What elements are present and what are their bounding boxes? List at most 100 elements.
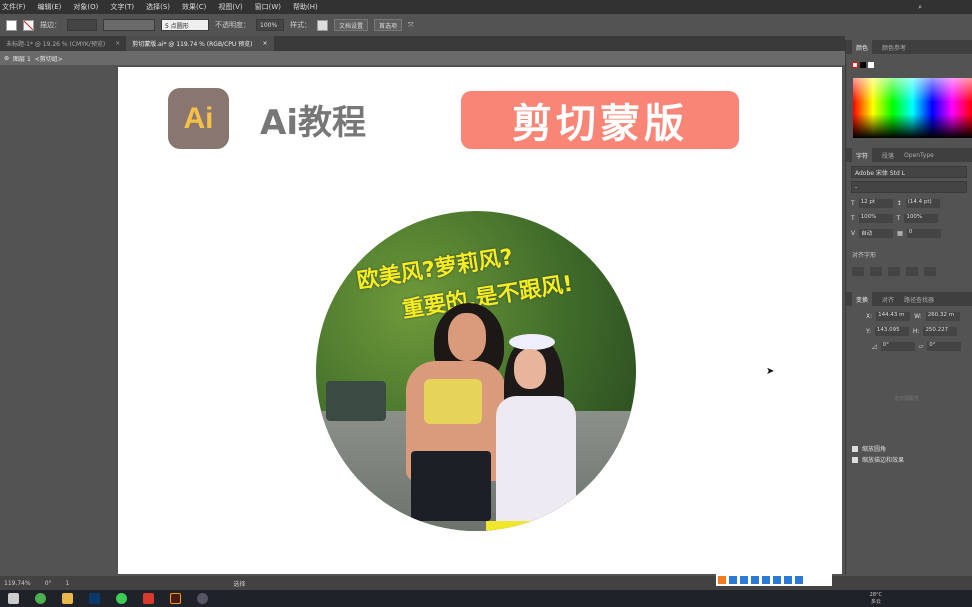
brush-select[interactable]: 5 点圆形 (161, 19, 209, 31)
stroke-label: 描边： (40, 21, 61, 29)
y-input[interactable]: 143.095 (874, 327, 909, 336)
no-appearance-text: 无外观属性 (894, 396, 920, 402)
font-style-select[interactable]: - (851, 181, 967, 193)
wps-icon[interactable] (143, 593, 154, 604)
mouse-cursor-icon: ➤ (766, 366, 775, 377)
tab-transform[interactable]: 变换 (852, 291, 873, 307)
fill-swatch[interactable] (6, 19, 17, 31)
menu-type[interactable]: 文字(T) (110, 2, 134, 12)
illustrator-icon[interactable] (170, 593, 181, 604)
font-size-icon: T (851, 200, 855, 207)
tab-untitled[interactable]: 未标题-1* @ 19.26 % (CMYK/预览) × (0, 36, 126, 51)
color-swatches (852, 62, 874, 68)
folder-icon[interactable] (62, 593, 73, 604)
scale-corners-checkbox[interactable]: 缩放圆角 (852, 444, 886, 453)
back-icon[interactable]: ⊛ (4, 55, 9, 62)
menu-window[interactable]: 窗口(W) (255, 2, 281, 12)
clipped-photo[interactable]: 欧美风?萝莉风? 重要的,是不跟风! (316, 211, 636, 531)
snap-button[interactable] (888, 267, 900, 276)
font-size-input[interactable]: 12 pt (858, 199, 893, 208)
checkbox-label: 缩放描边和效果 (862, 457, 905, 464)
face (448, 313, 486, 361)
font-family-select[interactable]: Adobe 宋体 Std L (851, 166, 967, 178)
checkbox-label: 缩放圆角 (862, 446, 887, 453)
tracking-input[interactable]: 0 (906, 229, 941, 238)
color-spectrum[interactable] (853, 78, 972, 138)
weather-widget[interactable]: 28°C 多云 (870, 592, 882, 605)
car (326, 381, 386, 421)
document-setup-button[interactable]: 文档设置 (334, 19, 369, 31)
face (514, 349, 546, 389)
snap-button[interactable] (870, 267, 882, 276)
tab-color[interactable]: 颜色 (852, 39, 873, 55)
breadcrumb-group[interactable]: <剪切组> (35, 54, 63, 63)
taskbar: 28°C 多云 (0, 590, 972, 607)
browser-icon[interactable] (35, 593, 46, 604)
tracking-icon: ▦ (897, 230, 903, 237)
scale-strokes-checkbox[interactable]: 缩放描边和效果 (852, 455, 904, 464)
snap-button[interactable] (924, 267, 936, 276)
transform-panel-tabs: 变换 对齐 路径查找器 (846, 291, 972, 307)
stroke-weight-input[interactable] (67, 19, 97, 31)
close-icon[interactable]: × (263, 40, 268, 47)
breadcrumb-layer[interactable]: 图层 1 (13, 54, 31, 63)
document-tabs: 未标题-1* @ 19.26 % (CMYK/预览) × 剪切蒙版.ai* @ 1… (0, 36, 845, 51)
shear-input[interactable]: 0° (927, 342, 962, 351)
style-swatch[interactable] (317, 19, 328, 31)
tab-character[interactable]: 字符 (852, 147, 873, 163)
kerning-input[interactable]: 自动 (859, 229, 894, 238)
x-input[interactable]: 144.43 m (876, 312, 911, 321)
snap-button[interactable] (906, 267, 918, 276)
opacity-input[interactable]: 100% (256, 19, 284, 31)
zoom-select[interactable]: 119.74% (4, 580, 31, 587)
tab-paragraph[interactable]: 段落 (882, 151, 894, 160)
tab-align[interactable]: 对齐 (882, 295, 894, 304)
photoshop-icon[interactable] (89, 593, 100, 604)
vertical-scale-icon: T (851, 215, 855, 222)
white-swatch[interactable] (868, 62, 874, 68)
menu-help[interactable]: 帮助(H) (293, 2, 318, 12)
transform-icon[interactable]: ⤧ (408, 21, 414, 30)
menu-effect[interactable]: 效果(C) (182, 2, 206, 12)
ime-toolbar[interactable] (716, 573, 832, 586)
rotate-input[interactable]: 0° (880, 342, 915, 351)
ime-logo-icon (718, 575, 726, 584)
wechat-icon[interactable] (116, 593, 127, 604)
y-label: Y: (866, 328, 871, 335)
camera-icon[interactable] (197, 593, 208, 604)
horizontal-scale-icon: T (896, 215, 901, 222)
opacity-label: 不透明度： (215, 21, 250, 29)
color-panel-tabs: 颜色 颜色参考 (846, 39, 972, 55)
search-icon[interactable]: ⌕ (918, 3, 922, 12)
menu-edit[interactable]: 编辑(E) (38, 2, 62, 12)
shorts (411, 451, 491, 521)
rotate-icon: ◿ (872, 343, 877, 350)
menu-file[interactable]: 文件(F) (2, 2, 26, 12)
yellow-banner (486, 521, 576, 531)
h-input[interactable]: 250.227 (923, 327, 958, 336)
tab-pathfinder[interactable]: 路径查找器 (904, 295, 934, 304)
clipping-mask-badge: 剪切蒙版 (461, 91, 739, 149)
stroke-swatch[interactable] (23, 19, 34, 31)
artboard-select[interactable]: 1 (66, 580, 70, 587)
tab-clipping-mask[interactable]: 剪切蒙版.ai* @ 119.74 % (RGB/CPU 预览) × (126, 36, 274, 51)
tab-opentype[interactable]: OpenType (904, 152, 934, 159)
current-tool: 选择 (233, 580, 246, 588)
leading-input[interactable]: (14.4 pt) (905, 199, 940, 208)
tab-color-guide[interactable]: 颜色参考 (882, 43, 906, 52)
w-input[interactable]: 260.32 m (925, 312, 960, 321)
preferences-button[interactable]: 首选项 (374, 19, 403, 31)
character-panel-tabs: 字符 段落 OpenType (846, 147, 972, 163)
none-swatch[interactable] (852, 62, 858, 68)
black-swatch[interactable] (860, 62, 866, 68)
menu-select[interactable]: 选择(S) (146, 2, 170, 12)
rotation-select[interactable]: 0° (45, 580, 52, 587)
vertical-scale-input[interactable]: 100% (858, 214, 893, 223)
menu-view[interactable]: 视图(V) (218, 2, 242, 12)
menu-object[interactable]: 对象(O) (73, 2, 98, 12)
app-icon[interactable] (8, 593, 19, 604)
close-icon[interactable]: × (115, 40, 120, 47)
snap-button[interactable] (852, 267, 864, 276)
variable-width-select[interactable] (103, 19, 155, 31)
horizontal-scale-input[interactable]: 100% (904, 214, 939, 223)
